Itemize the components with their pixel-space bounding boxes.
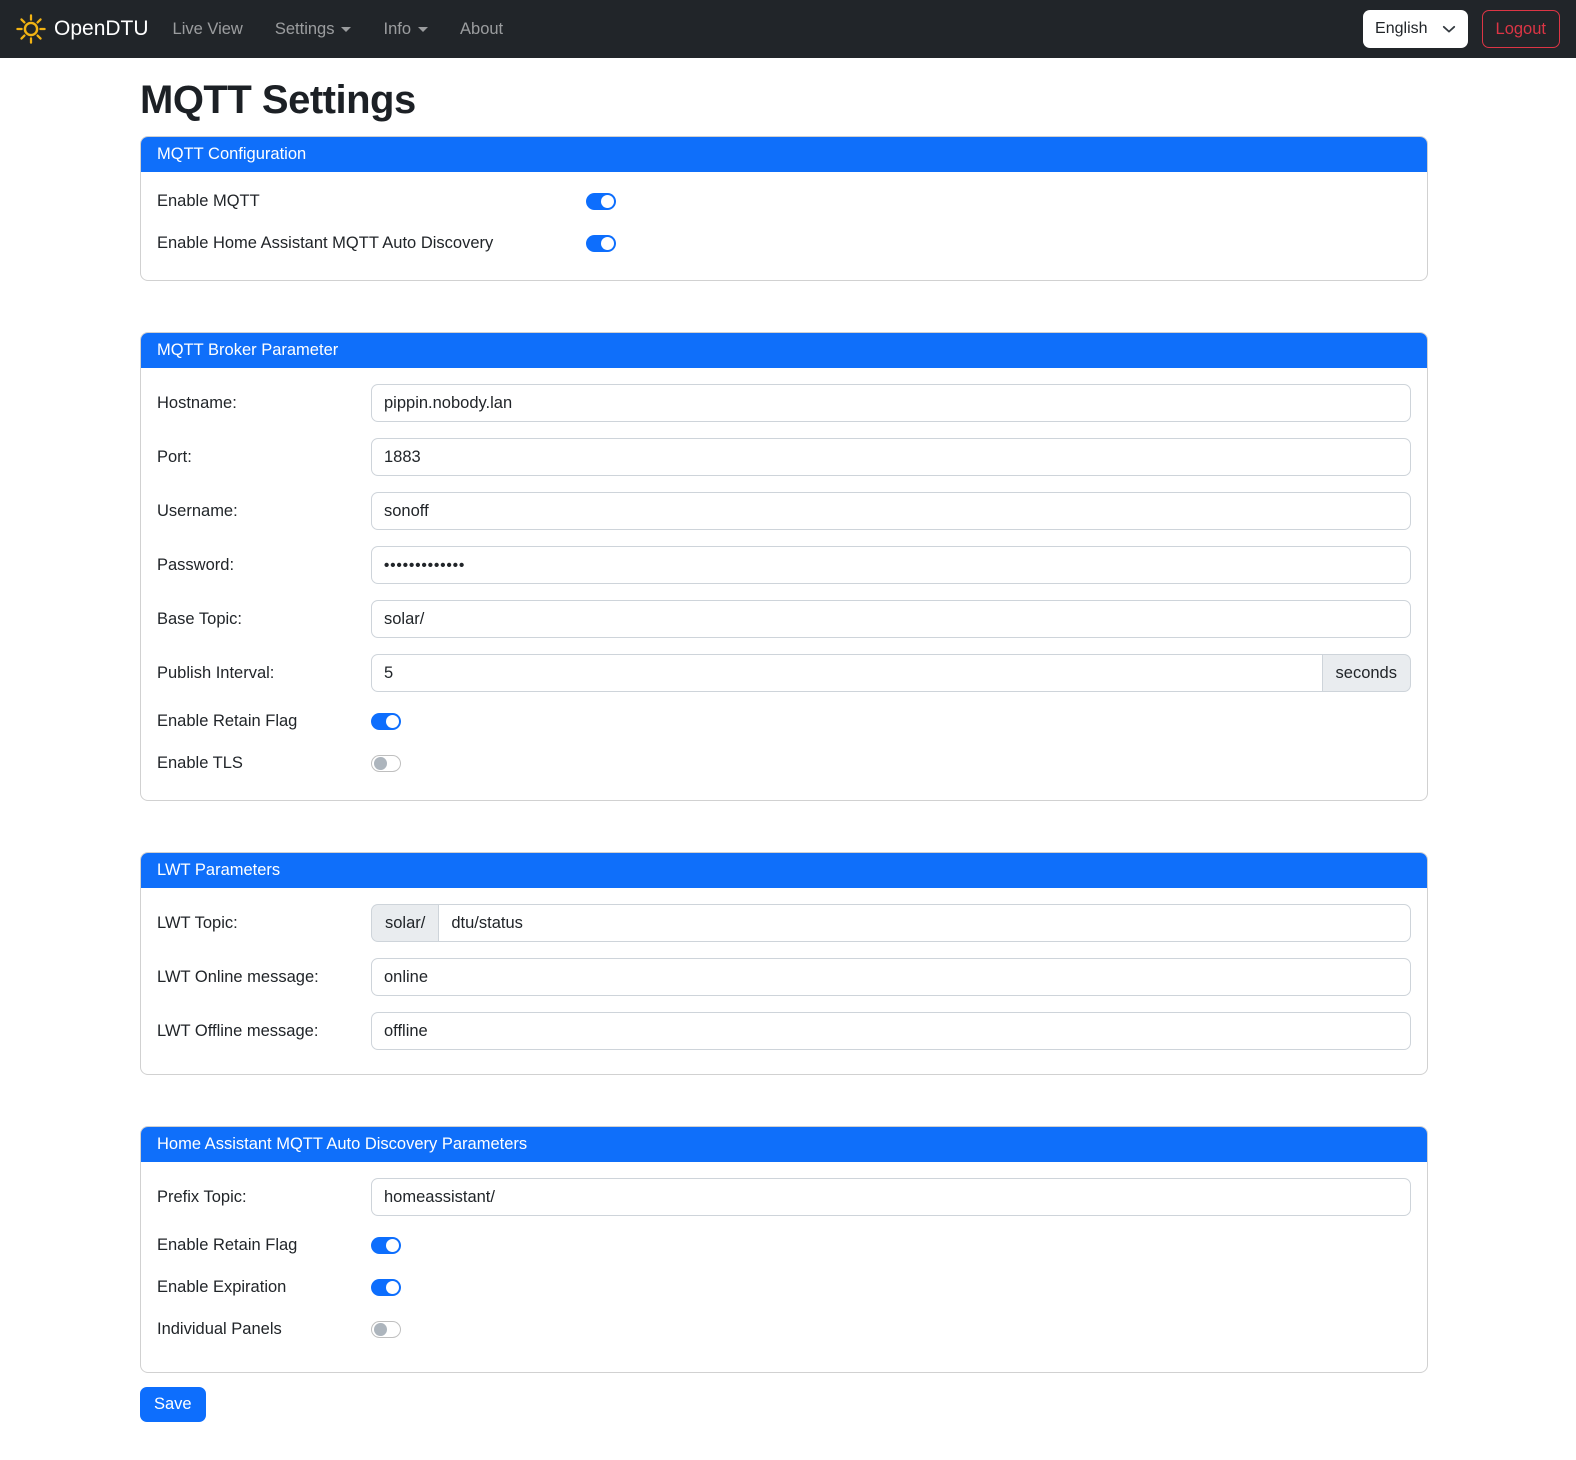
form-row: LWT Offline message: (157, 1012, 1411, 1050)
form-row: Username: (157, 492, 1411, 530)
nav-info-label: Info (383, 20, 411, 39)
form-row: Hostname: (157, 384, 1411, 422)
chevron-down-icon (1442, 22, 1456, 36)
nav-settings[interactable]: Settings (275, 12, 352, 47)
nav-live-view[interactable]: Live View (173, 12, 243, 47)
brand-label: OpenDTU (54, 17, 149, 41)
toggle-knob (601, 237, 614, 250)
card-header: MQTT Configuration (141, 137, 1427, 172)
base-topic-label: Base Topic: (157, 610, 371, 629)
lwt-online-label: LWT Online message: (157, 968, 371, 987)
form-row: Enable Expiration (157, 1274, 1411, 1300)
enable-retain-label: Enable Retain Flag (157, 712, 371, 731)
page-title: MQTT Settings (140, 78, 1428, 123)
save-button[interactable]: Save (140, 1387, 206, 1422)
sun-icon (16, 14, 46, 44)
form-row: Prefix Topic: (157, 1178, 1411, 1216)
form-row: Enable TLS (157, 750, 1411, 776)
hostname-label: Hostname: (157, 394, 371, 413)
card-header: Home Assistant MQTT Auto Discovery Param… (141, 1127, 1427, 1162)
brand-link[interactable]: OpenDTU (16, 14, 149, 44)
caret-down-icon (341, 27, 351, 32)
publish-interval-input[interactable] (371, 654, 1323, 692)
card-broker-parameter: MQTT Broker Parameter Hostname: Port: Us… (140, 332, 1428, 801)
form-row: Base Topic: (157, 600, 1411, 638)
lwt-offline-input[interactable] (371, 1012, 1411, 1050)
enable-tls-label: Enable TLS (157, 754, 371, 773)
form-row: LWT Topic: solar/ (157, 904, 1411, 942)
enable-mqtt-label: Enable MQTT (157, 192, 586, 211)
lwt-offline-label: LWT Offline message: (157, 1022, 371, 1041)
form-row: Publish Interval: seconds (157, 654, 1411, 692)
toggle-knob (601, 195, 614, 208)
card-header: LWT Parameters (141, 853, 1427, 888)
enable-expiration-label: Enable Expiration (157, 1278, 371, 1297)
card-mqtt-configuration: MQTT Configuration Enable MQTT Enable Ho… (140, 136, 1428, 281)
toggle-knob (386, 1281, 399, 1294)
enable-tls-toggle[interactable] (371, 755, 401, 772)
enable-mqtt-toggle[interactable] (586, 193, 616, 210)
port-input[interactable] (371, 438, 1411, 476)
logout-button[interactable]: Logout (1482, 10, 1560, 48)
card-lwt-parameters: LWT Parameters LWT Topic: solar/ LWT Onl… (140, 852, 1428, 1075)
nav-about[interactable]: About (460, 12, 503, 47)
base-topic-input[interactable] (371, 600, 1411, 638)
hostname-input[interactable] (371, 384, 1411, 422)
toggle-knob (374, 757, 387, 770)
publish-interval-unit: seconds (1323, 654, 1411, 692)
language-selected-value: English (1375, 20, 1427, 38)
lwt-topic-label: LWT Topic: (157, 914, 371, 933)
main-content: MQTT Settings MQTT Configuration Enable … (140, 78, 1428, 1442)
individual-panels-label: Individual Panels (157, 1320, 371, 1339)
form-row: Enable Retain Flag (157, 1232, 1411, 1258)
prefix-topic-input[interactable] (371, 1178, 1411, 1216)
hass-enable-retain-toggle[interactable] (371, 1237, 401, 1254)
password-label: Password: (157, 556, 371, 575)
form-row: Enable Home Assistant MQTT Auto Discover… (157, 230, 1411, 256)
form-row: Enable MQTT (157, 188, 1411, 214)
caret-down-icon (418, 27, 428, 32)
enable-retain-toggle[interactable] (371, 713, 401, 730)
prefix-topic-label: Prefix Topic: (157, 1188, 371, 1207)
nav-settings-label: Settings (275, 20, 335, 39)
form-row: Port: (157, 438, 1411, 476)
enable-ha-discovery-toggle[interactable] (586, 235, 616, 252)
form-row: Password: (157, 546, 1411, 584)
enable-expiration-toggle[interactable] (371, 1279, 401, 1296)
language-select[interactable]: English (1363, 10, 1467, 48)
individual-panels-toggle[interactable] (371, 1321, 401, 1338)
form-row: Enable Retain Flag (157, 708, 1411, 734)
navbar: OpenDTU Live View Settings Info About En… (0, 0, 1576, 58)
enable-ha-discovery-label: Enable Home Assistant MQTT Auto Discover… (157, 234, 586, 253)
nav-info[interactable]: Info (383, 12, 428, 47)
hass-enable-retain-label: Enable Retain Flag (157, 1236, 371, 1255)
form-row: Individual Panels (157, 1316, 1411, 1342)
lwt-topic-input[interactable] (438, 904, 1411, 942)
card-header: MQTT Broker Parameter (141, 333, 1427, 368)
toggle-knob (386, 1239, 399, 1252)
form-row: LWT Online message: (157, 958, 1411, 996)
toggle-knob (386, 715, 399, 728)
publish-interval-label: Publish Interval: (157, 664, 371, 683)
lwt-topic-prefix: solar/ (371, 904, 438, 942)
password-input[interactable] (371, 546, 1411, 584)
port-label: Port: (157, 448, 371, 467)
username-label: Username: (157, 502, 371, 521)
toggle-knob (374, 1323, 387, 1336)
lwt-online-input[interactable] (371, 958, 1411, 996)
username-input[interactable] (371, 492, 1411, 530)
card-hass-parameters: Home Assistant MQTT Auto Discovery Param… (140, 1126, 1428, 1373)
